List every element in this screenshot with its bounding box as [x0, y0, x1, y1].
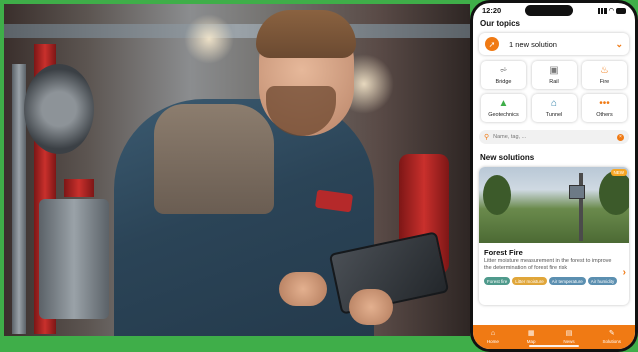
tab-label: Map — [526, 339, 536, 344]
solution-card[interactable]: NEW Forest Fire Litter moisture measurem… — [479, 167, 629, 305]
new-badge: NEW — [610, 169, 627, 176]
news-icon: ▤ — [565, 330, 573, 337]
hero-stage: 12:20 ◠ Our topics ➚ 1 new solution ⌄ ⩫ … — [0, 0, 638, 352]
topic-label: Geotechnics — [488, 112, 519, 118]
worker-hand — [349, 289, 393, 325]
topic-label: Bridge — [495, 79, 512, 85]
topic-label: Fire — [599, 79, 610, 85]
tag-air-temperature[interactable]: Air temperature — [548, 277, 586, 285]
worker-vest — [154, 104, 274, 214]
chevron-down-icon: ⌄ — [615, 38, 623, 49]
map-icon: ▦ — [527, 330, 535, 337]
tree-decoration — [599, 171, 629, 215]
bottom-tab-bar: ⌂ Home ▦ Map ▤ News ✎ Solutions — [473, 325, 635, 349]
pipe-decoration — [4, 24, 470, 38]
rail-icon: ▣ — [549, 65, 559, 76]
tab-label: News — [563, 339, 575, 344]
status-icons: ◠ — [597, 7, 626, 14]
rocket-icon: ➚ — [485, 37, 499, 51]
search-input[interactable] — [493, 134, 617, 140]
status-bar: 12:20 ◠ — [473, 3, 635, 18]
tab-label: Solutions — [602, 339, 622, 344]
home-indicator — [529, 345, 579, 347]
geotechnics-icon: ▲ — [498, 98, 509, 109]
battery-icon — [616, 7, 626, 14]
more-dots-icon: ••• — [599, 98, 610, 109]
worker-hair — [256, 10, 356, 58]
new-solutions-title: New solutions — [480, 153, 535, 162]
tree-decoration — [483, 175, 511, 215]
phone-mockup: 12:20 ◠ Our topics ➚ 1 new solution ⌄ ⩫ … — [470, 0, 638, 352]
topic-label: Others — [596, 112, 613, 118]
red-pipe-decoration — [64, 179, 94, 197]
bridge-icon: ⩫ — [499, 65, 508, 76]
fire-icon: ♨ — [600, 65, 609, 76]
dynamic-island — [525, 5, 574, 16]
light-glow-decoration — [184, 14, 234, 64]
tab-label: Home — [486, 339, 499, 344]
topic-geotechnics[interactable]: ▲ Geotechnics — [481, 94, 526, 122]
clear-icon[interactable]: × — [617, 133, 624, 141]
wifi-icon: ◠ — [608, 8, 614, 14]
tank-decoration — [39, 199, 109, 319]
topic-rail[interactable]: ▣ Rail — [531, 61, 577, 89]
topic-bridge[interactable]: ⩫ Bridge — [481, 61, 526, 89]
new-solution-label: 1 new solution — [509, 39, 557, 49]
solution-card-description: Litter moisture measurement in the fores… — [484, 258, 612, 271]
chevron-right-icon[interactable]: › — [623, 267, 626, 278]
topics-grid: ⩫ Bridge ▣ Rail ♨ Fire ▲ Geotechnics ⌂ T… — [481, 61, 627, 122]
tag-forest-fire[interactable]: Forest fire — [484, 277, 511, 285]
topic-others[interactable]: ••• Others — [582, 94, 627, 122]
topic-label: Tunnel — [545, 112, 563, 118]
tab-solutions[interactable]: ✎ Solutions — [603, 330, 622, 344]
solution-card-tags: Forest fire Litter moisture Air temperat… — [479, 272, 629, 285]
valve-decoration — [24, 64, 94, 154]
topic-fire[interactable]: ♨ Fire — [582, 61, 627, 89]
worker-hand — [279, 272, 327, 306]
solution-card-title: Forest Fire — [484, 248, 523, 257]
signal-icon — [597, 7, 607, 14]
status-time: 12:20 — [482, 6, 502, 15]
new-solution-dropdown[interactable]: ➚ 1 new solution ⌄ — [479, 33, 629, 55]
tag-air-humidity[interactable]: Air humidity — [587, 277, 618, 285]
sensor-box — [569, 185, 585, 199]
tab-home[interactable]: ⌂ Home — [487, 330, 499, 344]
tunnel-icon: ⌂ — [550, 98, 558, 109]
home-icon: ⌂ — [490, 330, 496, 337]
tab-map[interactable]: ▦ Map — [527, 330, 536, 344]
solution-card-image: NEW — [479, 167, 629, 243]
topic-label: Rail — [549, 79, 559, 85]
tab-news[interactable]: ▤ News — [563, 330, 574, 344]
tag-litter-moisture[interactable]: Litter moisture — [512, 277, 547, 285]
sensor-pole — [579, 173, 583, 241]
search-bar[interactable]: ⚲ × — [479, 130, 629, 144]
topics-title: Our topics — [480, 19, 521, 28]
background-photo — [4, 4, 470, 336]
search-icon: ⚲ — [484, 134, 490, 141]
topic-tunnel[interactable]: ⌂ Tunnel — [531, 94, 577, 122]
phone-screen: 12:20 ◠ Our topics ➚ 1 new solution ⌄ ⩫ … — [473, 3, 635, 349]
solutions-icon: ✎ — [608, 330, 615, 337]
